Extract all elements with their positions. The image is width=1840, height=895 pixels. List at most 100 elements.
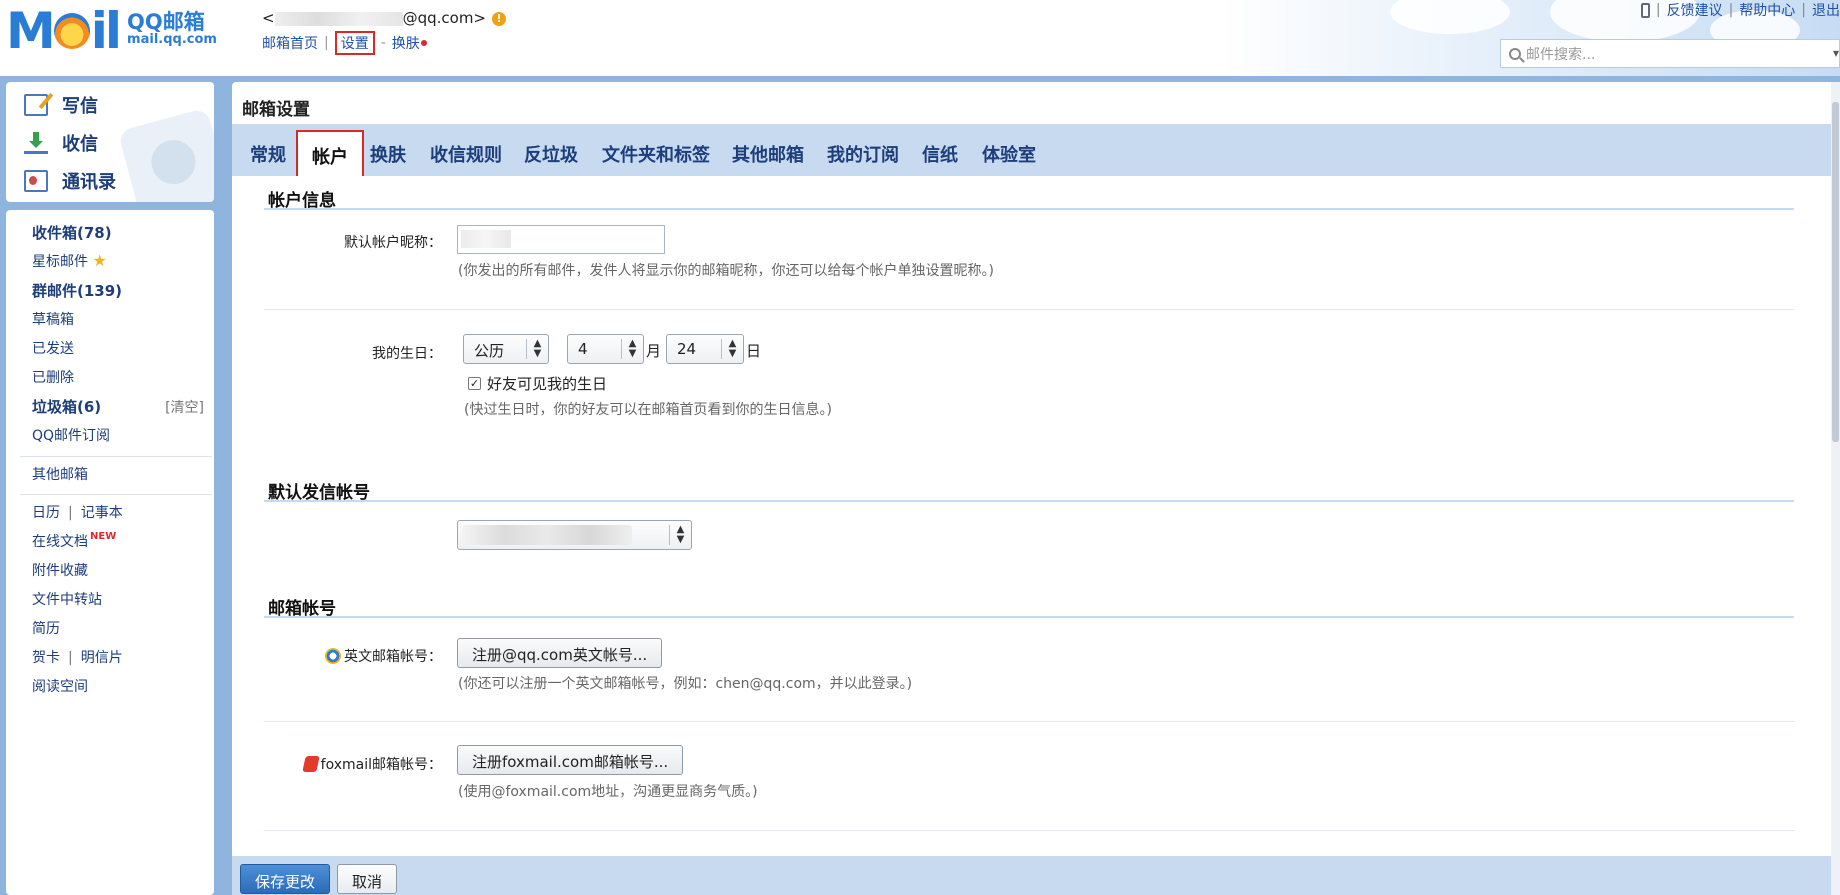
redacted-nickname: [461, 230, 511, 248]
qq-mail-logo[interactable]: M il QQ邮箱 mail.qq.com: [6, 5, 217, 57]
english-account-label: 英文邮箱帐号：: [232, 646, 442, 666]
birth-day-select[interactable]: 24 ▲ ▼: [666, 334, 744, 364]
account-prefix: <: [262, 9, 275, 27]
pencil-paper-icon: [24, 94, 48, 116]
sidebar-item-reading[interactable]: 阅读空间: [32, 676, 88, 696]
sidebar-item-other-mailbox[interactable]: 其他邮箱: [32, 464, 88, 484]
sidebar-item-calendar[interactable]: 日历: [32, 505, 60, 521]
sidebar-item-calendar-notepad: 日历 | 记事本: [32, 502, 123, 522]
link-separator: |: [1655, 2, 1661, 18]
link-separator: |: [324, 35, 329, 51]
logout-link[interactable]: 退出: [1812, 0, 1840, 20]
header-right-links: | 反馈建议 | 帮助中心 | 退出: [1640, 0, 1840, 20]
foxmail-account-label-text: foxmail邮箱帐号：: [320, 757, 442, 773]
sidebar-item-spam[interactable]: 垃圾箱(6): [32, 396, 101, 417]
birth-day-value: 24: [677, 340, 697, 358]
tab-stationery[interactable]: 信纸: [922, 141, 958, 167]
phone-icon[interactable]: [1640, 2, 1650, 18]
contact-card-icon: [24, 170, 48, 192]
settings-footer-bar: 保存更改 取消: [232, 856, 1840, 895]
birthday-label: 我的生日：: [372, 346, 442, 362]
logo-mark-il: il: [90, 2, 122, 60]
english-account-label-text: 英文邮箱帐号：: [344, 649, 442, 665]
birth-month-value: 4: [578, 340, 588, 358]
birthday-visible-label: 好友可见我的生日: [487, 375, 608, 393]
page-scrollbar[interactable]: [1831, 82, 1840, 895]
sidebar-item-transfer[interactable]: 文件中转站: [32, 589, 102, 609]
top-header: M il QQ邮箱 mail.qq.com < @qq.com>! 邮箱首页 | …: [0, 0, 1840, 76]
mail-search-input[interactable]: 邮件搜索... ▾: [1500, 39, 1840, 68]
register-english-account-button[interactable]: 注册@qq.com英文帐号...: [457, 638, 663, 668]
clear-spam-button[interactable]: [清空]: [165, 397, 204, 417]
contacts-button[interactable]: 通讯录: [24, 168, 116, 194]
row-divider: [264, 830, 1794, 831]
logo-mark-m: M: [6, 2, 56, 60]
receive-button[interactable]: 收信: [24, 130, 98, 156]
page-title: 邮箱设置: [242, 100, 310, 120]
settings-tab-bar: 常规 帐户 换肤 收信规则 反垃圾 文件夹和标签 其他邮箱 我的订阅 信纸 体验…: [232, 124, 1840, 176]
foxmail-account-hint: (使用@foxmail.com地址，沟通更显商务气质。): [458, 784, 758, 800]
sidebar-item-postcard[interactable]: 明信片: [81, 650, 123, 666]
sidebar-item-inbox[interactable]: 收件箱(78): [32, 222, 112, 243]
feedback-link[interactable]: 反馈建议: [1667, 0, 1723, 20]
birth-month-select[interactable]: 4 ▲ ▼: [567, 334, 644, 364]
select-arrows-icon: ▲ ▼: [526, 339, 548, 359]
save-changes-button[interactable]: 保存更改: [240, 864, 331, 894]
tab-receive-rules[interactable]: 收信规则: [430, 141, 502, 167]
sidebar-item-drafts[interactable]: 草稿箱: [32, 309, 74, 329]
tab-anti-spam[interactable]: 反垃圾: [524, 141, 578, 167]
tab-lab[interactable]: 体验室: [982, 141, 1036, 167]
redacted-sender-address: [462, 525, 632, 545]
mailbox-home-link[interactable]: 邮箱首页: [262, 33, 318, 53]
cancel-button[interactable]: 取消: [337, 864, 398, 894]
logo-bubble-icon: [53, 13, 90, 49]
sidebar-item-sent[interactable]: 已发送: [32, 338, 74, 358]
section-underline: [264, 500, 1794, 502]
search-icon: [1509, 47, 1521, 60]
tab-general[interactable]: 常规: [250, 141, 286, 167]
link-separator: |: [68, 650, 73, 666]
compose-button[interactable]: 写信: [24, 92, 98, 118]
skin-link[interactable]: 换肤: [392, 33, 420, 53]
sidebar-item-attachments[interactable]: 附件收藏: [32, 560, 88, 580]
tab-my-subscriptions[interactable]: 我的订阅: [827, 141, 899, 167]
docs-label: 在线文档: [32, 534, 88, 550]
top-nav-links: 邮箱首页 | 设置 - 换肤: [262, 31, 427, 55]
sidebar-item-subscription[interactable]: QQ邮件订阅: [32, 425, 110, 445]
select-arrows-icon: ▲ ▼: [621, 339, 643, 359]
help-center-link[interactable]: 帮助中心: [1739, 0, 1795, 20]
tab-skin[interactable]: 换肤: [370, 141, 406, 167]
sidebar-item-card[interactable]: 贺卡: [32, 650, 60, 666]
settings-main-panel: 邮箱设置 常规 帐户 换肤 收信规则 反垃圾 文件夹和标签 其他邮箱 我的订阅 …: [232, 82, 1840, 895]
sidebar-divider: [20, 494, 212, 495]
account-address: < @qq.com>!: [262, 9, 506, 27]
sidebar-item-docs[interactable]: 在线文档 NEW: [32, 531, 116, 551]
settings-link[interactable]: 设置: [334, 31, 375, 55]
select-arrows-icon: ▲ ▼: [669, 525, 691, 545]
download-tray-icon: [24, 132, 48, 154]
day-unit: 日: [746, 342, 762, 360]
sidebar-item-resume[interactable]: 简历: [32, 618, 60, 638]
star-icon: ★: [92, 251, 107, 270]
sidebar-item-group[interactable]: 群邮件(139): [32, 280, 122, 301]
sidebar-item-notepad[interactable]: 记事本: [81, 505, 123, 521]
sidebar-folders-panel: 收件箱(78) 星标邮件 ★ 群邮件(139) 草稿箱 已发送 已删除 垃圾箱(…: [6, 210, 214, 895]
sidebar-item-deleted[interactable]: 已删除: [32, 367, 74, 387]
nickname-input[interactable]: [457, 225, 665, 254]
calendar-type-select[interactable]: 公历 ▲ ▼: [463, 334, 549, 364]
row-divider: [264, 721, 1794, 722]
tab-folders-labels[interactable]: 文件夹和标签: [602, 141, 710, 167]
tab-account[interactable]: 帐户: [296, 130, 364, 176]
chevron-down-icon[interactable]: ▾: [1833, 46, 1839, 60]
tab-other-mailbox[interactable]: 其他邮箱: [732, 141, 804, 167]
birthday-visible-checkbox[interactable]: ✓ 好友可见我的生日: [468, 373, 607, 394]
scrollbar-thumb[interactable]: [1832, 102, 1839, 442]
sidebar-item-starred[interactable]: 星标邮件 ★: [32, 251, 107, 271]
register-foxmail-account-button[interactable]: 注册foxmail.com邮箱帐号...: [457, 745, 684, 775]
link-separator: |: [1728, 2, 1734, 18]
default-sender-select[interactable]: ▲ ▼: [457, 520, 692, 550]
warning-icon[interactable]: !: [492, 11, 506, 26]
row-divider: [264, 309, 1794, 310]
receive-label: 收信: [62, 134, 98, 155]
foxmail-account-label: foxmail邮箱帐号：: [232, 754, 442, 774]
